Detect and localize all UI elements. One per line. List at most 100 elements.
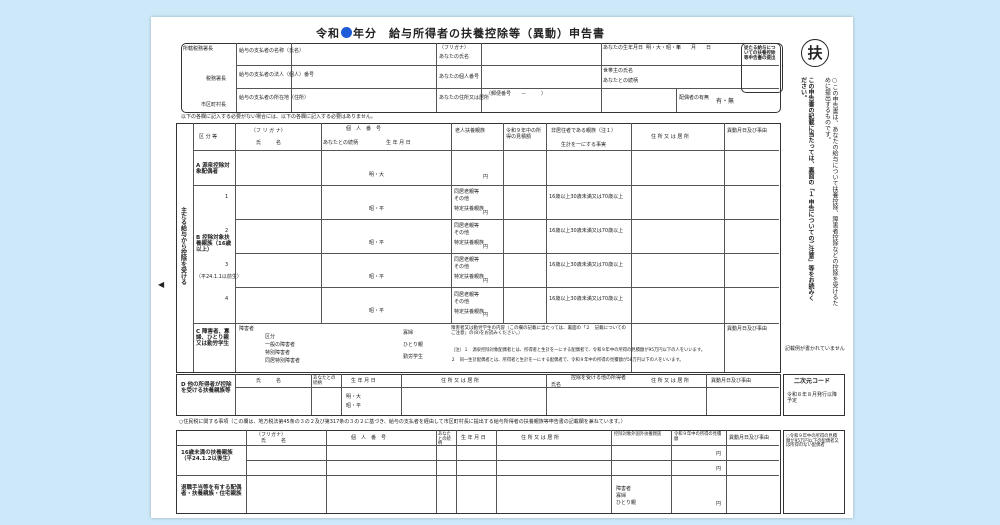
row3-era: 昭・平 bbox=[369, 274, 385, 280]
nr-check-3[interactable]: 16歳以上30歳未満又は70歳以上 bbox=[549, 262, 623, 269]
check-elderly-2[interactable]: 同居老親等 bbox=[454, 223, 479, 230]
e-under16-label: 16歳未満の扶養親族（平24.1.2以後生） bbox=[181, 450, 234, 463]
birth-ymd-label: 年 月 日 bbox=[676, 45, 712, 51]
e-disabled-check[interactable]: 障害者 bbox=[616, 486, 631, 493]
mayor-label: 市区町村長 bbox=[201, 102, 227, 108]
check-elderly-4[interactable]: 同居老親等 bbox=[454, 292, 479, 299]
e-single-parent-check[interactable]: ひとり親 bbox=[616, 500, 636, 507]
e-row3-yen: 円 bbox=[716, 501, 722, 507]
row-number-1: 1 bbox=[225, 194, 229, 200]
section-d-label: D 他の所得者が控除を受ける扶養親族等 bbox=[181, 382, 232, 395]
spouse-yes-no[interactable]: 有・無 bbox=[716, 98, 734, 106]
e-col-6 bbox=[611, 430, 612, 513]
e-widow-check[interactable]: 寡婦 bbox=[616, 493, 626, 500]
your-name-label: あなたの氏名 bbox=[439, 54, 470, 60]
main-row-a bbox=[193, 185, 779, 186]
form-title: 令和 年分 給与所得者の扶養控除等（異動）申告書 bbox=[316, 25, 605, 41]
nr-check-4[interactable]: 16歳以上30歳未満又は70歳以上 bbox=[549, 296, 623, 303]
spouse-label: 配偶者の有無 bbox=[679, 95, 710, 101]
header-divider-5 bbox=[481, 43, 482, 112]
furigana-label: （フリガナ） bbox=[439, 45, 470, 51]
main-row-b3 bbox=[235, 287, 779, 288]
check-specific-3[interactable]: 特定扶養親族 bbox=[454, 274, 484, 281]
main-col-1 bbox=[193, 123, 194, 372]
col-address: 住 所 又 は 居 所 bbox=[651, 134, 689, 140]
main-col-8 bbox=[724, 123, 725, 372]
check-other-2[interactable]: その他 bbox=[454, 230, 469, 237]
qr-code-sublabel: 令和８年８月発行以降予定 bbox=[787, 392, 838, 404]
check-elderly-1[interactable]: 同居老親等 bbox=[454, 189, 479, 196]
check-other-3[interactable]: その他 bbox=[454, 264, 469, 271]
row2-yen: 円 bbox=[483, 244, 489, 250]
e-row-2 bbox=[176, 475, 779, 476]
section-a-yen: 円 bbox=[483, 174, 489, 180]
e-col-7 bbox=[671, 430, 672, 513]
e-col-8 bbox=[726, 430, 727, 513]
c-cohabit-disabled: 同居特別障害者 bbox=[265, 358, 301, 364]
e-col-3 bbox=[436, 430, 437, 513]
nr-check-1[interactable]: 16歳以上30歳未満又は70歳以上 bbox=[549, 194, 623, 201]
section-c-label: C 障害者、寡婦、ひとり親又は勤労学生 bbox=[196, 329, 230, 348]
e-income-estimate: 令和９年中の所得の見積額 bbox=[674, 432, 722, 442]
d-col-2 bbox=[311, 374, 312, 415]
nr-check-2[interactable]: 16歳以上30歳未満又は70歳以上 bbox=[549, 228, 623, 235]
c-note: 障害者又は勤労学生の内容（この欄の記載に当たっては、裏面の「２ 記載についてのご… bbox=[451, 326, 627, 336]
e-row-head bbox=[176, 445, 779, 446]
e-change-date: 異動月日及び事由 bbox=[729, 435, 770, 441]
triangle-left-icon: ◀ bbox=[158, 280, 165, 289]
header-divider-3 bbox=[601, 43, 602, 112]
right-note-main: ○この申告書は、あなたの給与について扶養控除、障害者控除などの控除を受けるために… bbox=[823, 77, 839, 306]
secondary-salary-note: 従たる給与についての扶養控除等申告書の提出 bbox=[744, 46, 776, 61]
header-divider-6 bbox=[676, 88, 677, 112]
check-other-1[interactable]: その他 bbox=[454, 196, 469, 203]
tax-office-chief-label: 税務署長 bbox=[206, 76, 227, 82]
check-specific-1[interactable]: 特定扶養親族 bbox=[454, 206, 484, 213]
col-elderly: 老人扶養親族 bbox=[455, 128, 486, 134]
e-name: 氏 名 bbox=[261, 438, 287, 444]
main-col-6 bbox=[546, 123, 547, 323]
check-other-4[interactable]: その他 bbox=[454, 299, 469, 306]
row1-era: 昭・平 bbox=[369, 206, 385, 212]
e-row-1 bbox=[246, 460, 779, 461]
main-col-5 bbox=[503, 123, 504, 323]
d-col-1 bbox=[235, 374, 236, 415]
e-foreign-dependent: 控除対象外国外扶養親族 bbox=[614, 432, 662, 437]
c-special-disabled: 特別障害者 bbox=[265, 350, 291, 356]
e-birthdate: 生 年 月 日 bbox=[461, 435, 486, 441]
c-general-disabled: 一般の障害者 bbox=[265, 342, 296, 348]
d-other-name: 氏名 bbox=[551, 382, 562, 388]
main-col-4 bbox=[451, 123, 452, 323]
row-number-4: 4 bbox=[225, 296, 229, 302]
title-text: 年分 給与所得者の扶養控除等（異動）申告書 bbox=[353, 27, 605, 40]
c-disabled-check[interactable]: 障害者 bbox=[239, 326, 254, 333]
col-personal-number: 個 人 番 号 bbox=[346, 126, 382, 132]
householder-label: 世帯主の氏名 bbox=[603, 68, 634, 74]
c-working-student-check[interactable]: 勤労学生 bbox=[403, 354, 423, 361]
col-change-date: 異動月日及び事由 bbox=[727, 128, 768, 134]
c-widow-check[interactable]: 寡婦 bbox=[403, 330, 413, 337]
d-col-5 bbox=[546, 374, 547, 415]
section-a-era: 明・大 bbox=[369, 172, 385, 178]
e-col-4 bbox=[456, 430, 457, 513]
bottom-right-note: ○令和９年中の所得の見積額が95万円以下の配偶者又は所得のない配偶者 bbox=[786, 434, 839, 449]
header-divider-1 bbox=[236, 43, 237, 112]
e-relation: あなたとの続柄 bbox=[438, 432, 451, 447]
col-name: 氏 名 bbox=[256, 140, 282, 146]
row-number-3: 3 bbox=[225, 262, 229, 268]
check-elderly-3[interactable]: 同居老親等 bbox=[454, 257, 479, 264]
payer-name-label: 給与の支払者の名称（氏名） bbox=[239, 48, 305, 54]
main-row-b2 bbox=[235, 253, 779, 254]
payer-address-label: 給与の支払者の所在地（住所） bbox=[239, 95, 310, 101]
row2-era: 昭・平 bbox=[369, 240, 385, 246]
qr-code-label: 二次元コード bbox=[794, 378, 831, 385]
col-income-estimate: 令和９年中の所得の見積額 bbox=[506, 128, 542, 140]
d-col-6 bbox=[706, 374, 707, 415]
e-address: 住 所 又 は 居 所 bbox=[521, 435, 559, 441]
check-specific-2[interactable]: 特定扶養親族 bbox=[454, 240, 484, 247]
c-single-parent-check[interactable]: ひとり親 bbox=[403, 342, 423, 349]
c-change-date: 異動月日及び事由 bbox=[727, 326, 768, 332]
payer-number-label: 給与の支払者の法人（個人）番号 bbox=[239, 72, 315, 78]
d-address: 住 所 又 は 居 所 bbox=[441, 378, 479, 384]
check-specific-4[interactable]: 特定扶養親族 bbox=[454, 309, 484, 316]
d-change-date: 異動月日及び事由 bbox=[711, 378, 752, 384]
